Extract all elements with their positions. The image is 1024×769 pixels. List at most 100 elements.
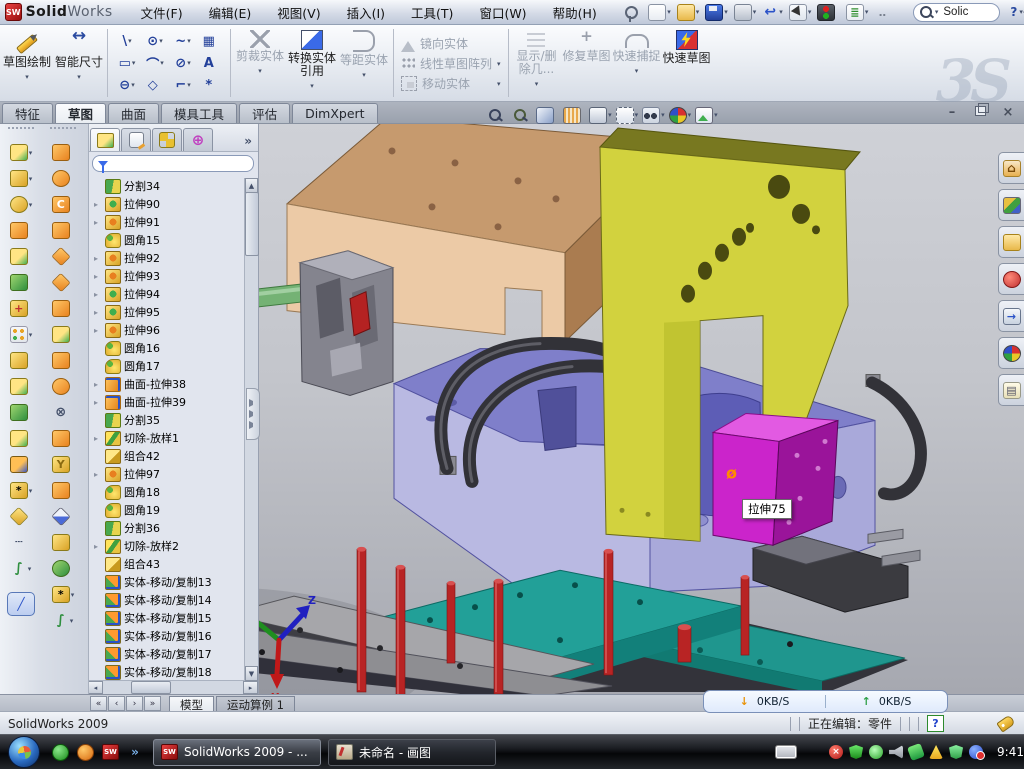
select-cursor-icon[interactable]: ▾	[789, 4, 812, 21]
tree-horizontal-scrollbar[interactable]: ◂ ▸	[88, 680, 258, 694]
ribbon-button[interactable]: 快速捕捉 ▾	[612, 25, 662, 101]
plane-icon[interactable]: ▾	[10, 508, 33, 525]
feature-tree-item[interactable]: ▸ 圆角16	[94, 339, 258, 357]
taskbar-window-button[interactable]: 未命名 - 画图	[328, 739, 496, 766]
tray-phone-icon[interactable]	[907, 743, 925, 761]
quick-launch-messenger-icon[interactable]	[52, 744, 69, 761]
feature-tree-item[interactable]: ▸ 拉伸92	[94, 249, 258, 267]
ribbon-tab[interactable]: 曲面	[108, 103, 159, 123]
swept-surface-icon[interactable]: C ▾	[52, 196, 75, 213]
panel-more-button[interactable]: »	[244, 134, 256, 151]
fillet-icon[interactable]: ▾	[10, 196, 33, 213]
scroll-right-button[interactable]: ▸	[243, 681, 258, 694]
reference-geometry-icon[interactable]: * ▾	[52, 586, 75, 603]
combine-icon[interactable]: ▾	[10, 430, 33, 447]
menu-item[interactable]: 编辑(E)	[207, 1, 254, 24]
ribbon-button[interactable]: 剪裁实体 ▾	[234, 25, 286, 101]
ribbon-button[interactable]: 等距实体 ▾	[338, 25, 390, 101]
axis-icon[interactable]: ┄ ▾	[11, 534, 32, 551]
solidworks-resources-tab[interactable]: ⌂	[998, 152, 1024, 184]
configurationmanager-tab[interactable]	[152, 128, 182, 151]
feature-tree-item[interactable]: ▸ 分割35	[94, 411, 258, 429]
feature-tree-item[interactable]: ▸ 拉伸94	[94, 285, 258, 303]
rotate-view-icon[interactable]: ▾	[536, 107, 559, 124]
feature-tree-item[interactable]: ▸ 实体-移动/复制13	[94, 573, 258, 591]
view-palette-tab[interactable]: →	[998, 300, 1024, 332]
feature-tree-item[interactable]: ▸ 切除-放样1	[94, 429, 258, 447]
quick-launch-browser-icon[interactable]	[77, 744, 94, 761]
panel-splitter-handle[interactable]	[246, 388, 260, 440]
tab-nav-button[interactable]: ›	[126, 696, 143, 711]
feature-tree-item[interactable]: ▸ 拉伸91	[94, 213, 258, 231]
new-document-icon[interactable]: ▾	[648, 4, 671, 21]
view-orientation-icon[interactable]: ▾	[616, 107, 639, 124]
edit-appearance-icon[interactable]: ▾	[669, 107, 692, 124]
featuremanager-tab[interactable]	[90, 128, 120, 151]
doc-restore-button[interactable]	[970, 105, 990, 120]
expand-arrow-icon[interactable]: ▸	[94, 254, 102, 263]
sketch-entity-button[interactable]: ▭▾	[113, 52, 141, 74]
tray-volume-icon[interactable]	[889, 745, 903, 759]
extend-surface-icon[interactable]: ▾	[52, 482, 75, 499]
options-list-icon[interactable]: ≣ ▾	[846, 4, 869, 21]
doc-minimize-button[interactable]: –	[942, 105, 962, 120]
file-explorer-tab[interactable]	[998, 226, 1024, 258]
sketch-entity-button[interactable]: ▦▾	[197, 30, 225, 52]
search-dropdown-icon[interactable]: ▾	[935, 8, 939, 16]
filled-surface-icon[interactable]: ▾	[52, 274, 75, 291]
feature-tree-item[interactable]: ▸ 圆角18	[94, 483, 258, 501]
sketch-entity-button[interactable]: ⌒▾	[141, 52, 169, 74]
expand-arrow-icon[interactable]: ▸	[94, 308, 102, 317]
document-mode-tab[interactable]: 模型	[169, 696, 214, 712]
menu-item[interactable]: 插入(I)	[345, 1, 387, 24]
display-style-icon[interactable]: ▾	[589, 107, 612, 124]
expand-arrow-icon[interactable]: ▸	[94, 272, 102, 281]
menu-item[interactable]: 帮助(H)	[551, 1, 599, 24]
network-speed-monitor[interactable]: ↓0KB/S ↑0KB/S	[703, 690, 948, 713]
sketch-entity-button[interactable]: ⊘▾	[169, 52, 197, 74]
expand-arrow-icon[interactable]: ▸	[94, 470, 102, 479]
part-insert-block[interactable]: ø	[713, 413, 838, 545]
menu-item[interactable]: 窗口(W)	[477, 1, 528, 24]
expand-arrow-icon[interactable]: ▸	[94, 326, 102, 335]
extruded-boss-icon[interactable]: ▾	[10, 144, 33, 161]
knit-surface-icon[interactable]: ▾	[52, 560, 75, 577]
quick-launch-solidworks-icon[interactable]: SW	[102, 744, 119, 760]
curve-icon[interactable]: ∫ ▾	[11, 560, 32, 577]
feature-tree-item[interactable]: ▸ 拉伸96	[94, 321, 258, 339]
planar-surface-icon[interactable]: ▾	[52, 300, 75, 317]
tab-nav-button[interactable]: «	[90, 696, 107, 711]
feature-tree-item[interactable]: ▸ 曲面-拉伸38	[94, 375, 258, 393]
linear-pattern-icon[interactable]: ▾	[10, 326, 33, 343]
scroll-left-button[interactable]: ◂	[88, 681, 103, 694]
sketch-button[interactable]: 草图绘制▾	[0, 25, 54, 101]
expand-arrow-icon[interactable]: ▸	[94, 542, 102, 551]
menu-item[interactable]: 视图(V)	[275, 1, 322, 24]
quick-tips-help-icon[interactable]: ?	[927, 715, 944, 732]
reference-geometry-icon[interactable]: * ▾	[10, 482, 33, 499]
ribbon-tab[interactable]: DimXpert	[292, 103, 378, 123]
expand-arrow-icon[interactable]: ▸	[94, 434, 102, 443]
design-library-tab[interactable]	[998, 189, 1024, 221]
ribbon-tab[interactable]: 模具工具	[161, 103, 237, 123]
section-view-icon[interactable]: ▾	[563, 107, 586, 124]
ribbon-button[interactable]: 显示/删除几... ▾	[512, 25, 562, 101]
taskbar-clock[interactable]: 9:41	[997, 745, 1024, 759]
ime-keyboard-icon[interactable]	[775, 745, 797, 759]
feature-tree-item[interactable]: ▸ 拉伸95	[94, 303, 258, 321]
lofted-surface-icon[interactable]: ▾	[52, 222, 75, 239]
propertymanager-tab[interactable]	[121, 128, 151, 151]
sketch-entity-button[interactable]: A▾	[197, 52, 225, 74]
menu-item[interactable]: 文件(F)	[139, 1, 185, 24]
radiate-surface-icon[interactable]: ▾	[52, 352, 75, 369]
tray-security-shield-icon[interactable]	[849, 745, 863, 759]
feature-tree-item[interactable]: ▸ 圆角19	[94, 501, 258, 519]
undo-icon[interactable]: ↩ ▾	[762, 5, 783, 20]
sketch-entity-button[interactable]: ~▾	[169, 30, 197, 52]
sketch-entity-button[interactable]: ⊙▾	[141, 30, 169, 52]
expand-arrow-icon[interactable]: ▸	[94, 218, 102, 227]
shell-icon[interactable]: ▾	[10, 404, 33, 421]
open-icon[interactable]: ▾	[677, 4, 700, 21]
ribbon-tab[interactable]: 草图	[55, 103, 106, 123]
feature-tree-item[interactable]: ▸ 拉伸90	[94, 195, 258, 213]
